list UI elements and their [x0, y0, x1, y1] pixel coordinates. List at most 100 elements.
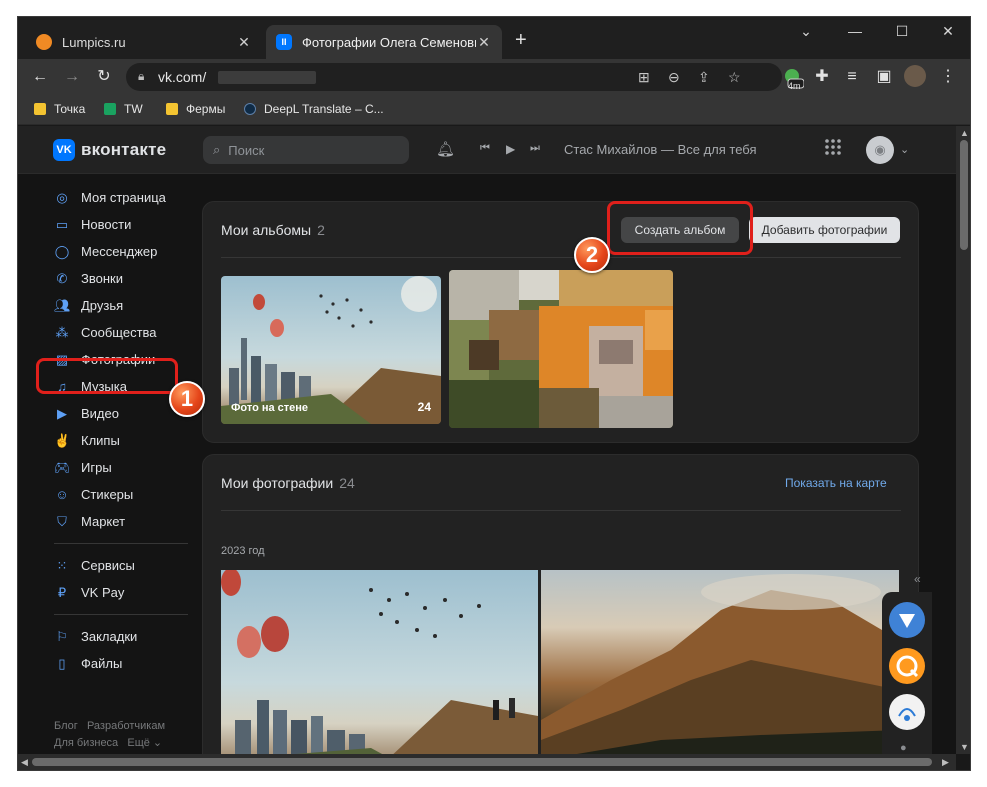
bell-icon[interactable]: 🔔︎ [436, 140, 455, 158]
horizontal-scrollbar[interactable]: ◀ ▶ [18, 754, 956, 770]
folder-icon [166, 103, 178, 115]
step-badge-1: 1 [169, 381, 205, 417]
nav-communities[interactable]: ⁂ Сообщества [48, 319, 208, 346]
nav-games[interactable]: 🎮︎ Игры [48, 454, 208, 481]
next-track-icon[interactable]: ⏭︎ [530, 142, 540, 155]
add-photos-button[interactable]: Добавить фотографии [749, 217, 900, 243]
footer-links: Блог Разработчикам Для бизнеса Ещё ⌄ [54, 718, 165, 752]
address-bar[interactable]: 🔒︎ vk.com/ ⊞ ⊖ ⇪ ☆ [126, 63, 782, 91]
photo-mountains[interactable] [541, 570, 899, 754]
profile-avatar[interactable] [904, 65, 926, 87]
nav-services[interactable]: ⁙ Сервисы [48, 552, 208, 579]
bookmark-tw[interactable]: TW [104, 102, 143, 116]
footer-more-link[interactable]: Ещё ⌄ [127, 737, 162, 749]
puzzle-icon[interactable]: ✚ [812, 67, 832, 87]
scroll-right-icon[interactable]: ▶ [942, 757, 949, 768]
forward-icon[interactable]: → [62, 67, 82, 87]
vertical-scrollbar[interactable]: ▲ ▼ [956, 126, 970, 754]
maximize-icon[interactable]: ☐ [887, 23, 917, 40]
scroll-left-icon[interactable]: ◀ [21, 757, 28, 768]
user-circle-icon: ◎ [56, 189, 68, 205]
nav-clips[interactable]: ✌ Клипы [48, 427, 208, 454]
show-on-map-link[interactable]: Показать на карте [785, 476, 887, 490]
collapse-widgets-icon[interactable]: « [914, 572, 921, 586]
url-text: vk.com/ [158, 69, 207, 85]
tab-vk-photos[interactable]: II Фотографии Олега Семеновича ✕ [266, 25, 502, 59]
nav-messenger[interactable]: ◯ Мессенджер [48, 238, 208, 265]
vertical-scroll-thumb[interactable] [960, 140, 968, 250]
widget-logo-icon[interactable] [889, 694, 925, 730]
nav-vk-pay[interactable]: ₽ VK Pay [48, 579, 208, 606]
ruble-icon: ₽ [57, 584, 67, 600]
share-icon[interactable]: ⇪ [698, 69, 710, 86]
footer-business-link[interactable]: Для бизнеса [54, 737, 118, 749]
chevron-down-icon[interactable]: ⌄ [900, 143, 909, 156]
nav-files[interactable]: ▯ Файлы [48, 650, 208, 677]
nav-news[interactable]: ▭ Новости [48, 211, 208, 238]
plus-icon[interactable]: + [515, 30, 527, 50]
widget-bird-icon[interactable] [889, 602, 925, 638]
lock-icon[interactable]: 🔒︎ [138, 69, 144, 84]
highlight-create-album [607, 201, 753, 255]
chat-bubble-icon[interactable]: ● [900, 742, 907, 754]
photo-balloons-city[interactable] [221, 570, 538, 754]
previous-track-icon[interactable]: ⏮︎ [480, 142, 490, 155]
clips-icon: ✌ [54, 432, 71, 448]
play-icon[interactable]: ▶ [506, 142, 515, 156]
browser-window: Lumpics.ru ✕ II Фотографии Олега Семенов… [17, 16, 971, 771]
nav-market[interactable]: ⛉ Маркет [48, 508, 208, 535]
translate-icon[interactable]: ⊞ [638, 69, 650, 86]
gamepad-icon: 🎮︎ [54, 459, 71, 475]
tw-icon [104, 103, 116, 115]
chat-icon: ◯ [54, 243, 70, 259]
bookmark-fermy[interactable]: Фермы [166, 102, 225, 116]
search-input[interactable]: ⌕ Поиск [203, 136, 409, 164]
scroll-down-icon[interactable]: ▼ [960, 742, 969, 752]
nav-my-page[interactable]: ◎ Моя страница [48, 184, 208, 211]
reload-icon[interactable]: ↻ [94, 67, 114, 87]
bookmark-deepl[interactable]: DeepL Translate – С... [244, 102, 384, 116]
now-playing-track[interactable]: Стас Михайлов — Все для тебя [564, 142, 757, 157]
close-tab-icon[interactable]: ✕ [476, 34, 492, 51]
user-avatar[interactable]: ◉ [866, 136, 894, 164]
left-navigation: ◎ Моя страница ▭ Новости ◯ Мессенджер ✆ Звон… [48, 184, 208, 677]
nav-friends[interactable]: 👥︎ Друзья [48, 292, 208, 319]
chevron-down-icon[interactable]: ⌄ [791, 23, 821, 40]
news-icon: ▭ [55, 216, 69, 232]
nav-stickers[interactable]: ☺ Стикеры [48, 481, 208, 508]
footer-blog-link[interactable]: Блог [54, 720, 78, 732]
vk-logo-icon: VK [53, 139, 75, 161]
tab-lumpics[interactable]: Lumpics.ru ✕ [26, 25, 262, 59]
zoom-icon[interactable]: ⊖ [668, 69, 680, 86]
horizontal-scroll-thumb[interactable] [32, 758, 932, 766]
album-pixelated[interactable] [449, 270, 673, 428]
bookmark-icon: ⚐ [56, 628, 68, 644]
apps-grid-icon[interactable] [824, 138, 842, 156]
menu-dots-icon[interactable]: ⋮ [938, 67, 958, 87]
tab-title: Lumpics.ru [62, 34, 126, 50]
footer-developers-link[interactable]: Разработчикам [87, 720, 165, 732]
widget-qiwi-icon[interactable] [889, 648, 925, 684]
star-icon[interactable]: ☆ [728, 69, 741, 86]
vk-logo[interactable]: VK вконтакте [53, 139, 166, 161]
card-divider [221, 510, 901, 511]
close-icon[interactable]: ✕ [933, 23, 963, 40]
minimize-icon[interactable]: — [840, 23, 870, 39]
lumpics-favicon-icon [36, 34, 52, 50]
media-icon[interactable]: ≡ [842, 67, 862, 87]
album-photo-count: 24 [417, 400, 431, 414]
smile-icon: ☺ [55, 486, 69, 502]
sidepanel-icon[interactable]: ▣ [874, 67, 894, 87]
nav-divider [54, 543, 188, 544]
nav-divider [54, 614, 188, 615]
scroll-up-icon[interactable]: ▲ [960, 128, 969, 138]
albums-count: 2 [317, 222, 325, 238]
nav-bookmarks[interactable]: ⚐ Закладки [48, 623, 208, 650]
highlight-photos-nav [36, 358, 178, 394]
back-icon[interactable]: ← [30, 67, 50, 87]
bookmark-tochka[interactable]: Точка [34, 102, 85, 116]
vk-favicon-icon: II [276, 34, 292, 50]
nav-calls[interactable]: ✆ Звонки [48, 265, 208, 292]
album-wall-photos[interactable]: Фото на стене 24 [221, 276, 441, 424]
close-tab-icon[interactable]: ✕ [236, 34, 252, 51]
